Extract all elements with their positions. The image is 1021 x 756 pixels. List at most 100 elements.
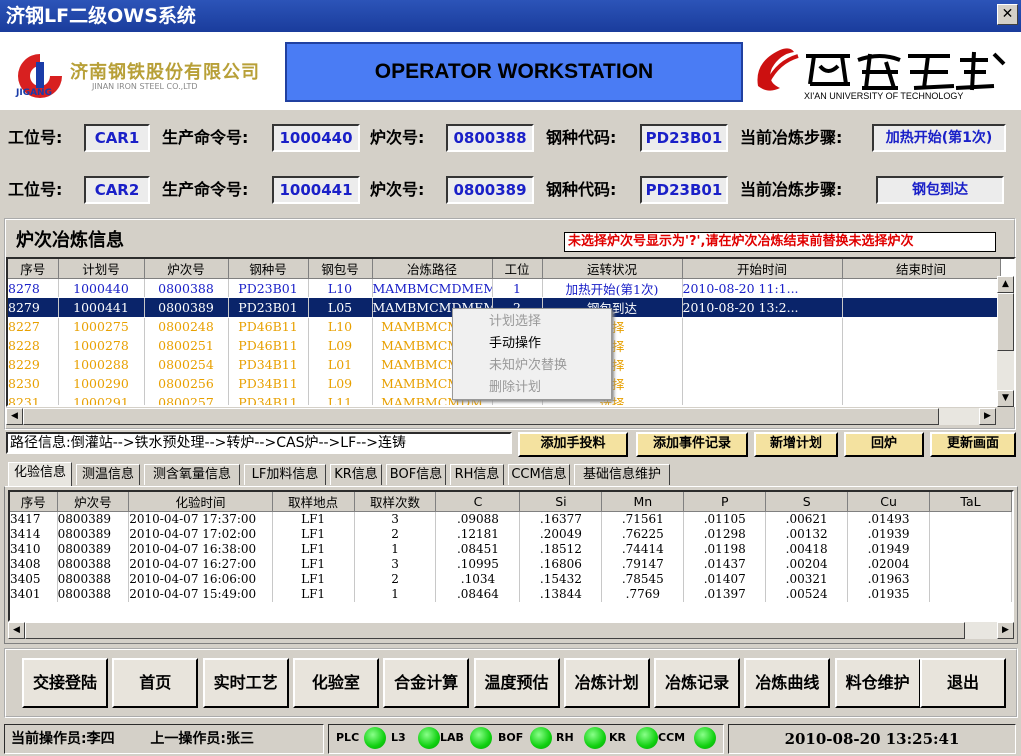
scroll-right-icon[interactable]: ▶ bbox=[979, 408, 996, 425]
status-led-icon bbox=[470, 727, 492, 749]
col-header[interactable]: 钢种号 bbox=[228, 259, 309, 279]
ctx-plan-select[interactable]: 计划选择 bbox=[453, 311, 611, 333]
table-cell: 1 bbox=[354, 541, 437, 557]
realtime-process-button[interactable]: 实时工艺 bbox=[202, 658, 289, 708]
lab-table[interactable]: 序号 炉次号 化验时间 取样地点 取样次数 C Si Mn P S Cu TaL 3417 080038… bbox=[8, 490, 1014, 622]
table-cell: 3405 bbox=[10, 571, 58, 587]
table-cell: 1000291 bbox=[58, 393, 145, 405]
scroll-thumb[interactable] bbox=[997, 293, 1014, 351]
table-cell: 2010-04-07 16:06:00 bbox=[128, 571, 273, 587]
col-header[interactable]: 取样次数 bbox=[354, 492, 437, 512]
table-cell: 0800389 bbox=[57, 511, 130, 527]
close-button[interactable]: ✕ bbox=[997, 4, 1018, 25]
title-bar: 济钢LF二级OWS系统 ✕ bbox=[0, 0, 1021, 32]
tab-bof-info[interactable]: BOF信息 bbox=[386, 464, 446, 485]
lab-button[interactable]: 化验室 bbox=[292, 658, 379, 708]
col-header[interactable]: TaL bbox=[929, 492, 1012, 512]
add-event-record-button[interactable]: 添加事件记录 bbox=[636, 432, 748, 457]
smelting-curve-button[interactable]: 冶炼曲线 bbox=[744, 658, 831, 708]
scroll-thumb[interactable] bbox=[25, 622, 965, 639]
table-cell: .00132 bbox=[765, 526, 849, 542]
tab-oxygen-info[interactable]: 测含氧量信息 bbox=[144, 464, 240, 485]
col-header[interactable]: 钢包号 bbox=[308, 259, 373, 279]
col-header[interactable]: 结束时间 bbox=[842, 259, 1001, 279]
col-header[interactable]: 运转状况 bbox=[542, 259, 683, 279]
tab-rh-info[interactable]: RH信息 bbox=[450, 464, 504, 485]
temp-estimate-button[interactable]: 温度预估 bbox=[473, 658, 560, 708]
scroll-left-icon[interactable]: ◀ bbox=[6, 408, 23, 425]
exit-button[interactable]: 退出 bbox=[920, 658, 1006, 708]
home-button[interactable]: 首页 bbox=[112, 658, 199, 708]
scroll-up-icon[interactable]: ▲ bbox=[997, 276, 1014, 293]
tab-temp-info[interactable]: 测温信息 bbox=[76, 464, 140, 485]
table-cell: .74414 bbox=[601, 541, 685, 557]
col-header[interactable]: 序号 bbox=[8, 259, 59, 279]
heat-table-vscroll[interactable]: ▲ ▼ bbox=[997, 276, 1014, 407]
col-header[interactable]: 炉次号 bbox=[57, 492, 130, 512]
scroll-thumb[interactable] bbox=[23, 408, 939, 425]
context-menu: 计划选择 手动操作 未知炉次替换 删除计划 bbox=[452, 308, 612, 400]
login-handover-button[interactable]: 交接登陆 bbox=[22, 658, 108, 708]
col-header[interactable]: Cu bbox=[847, 492, 931, 512]
col-header[interactable]: 冶炼路径 bbox=[372, 259, 493, 279]
col-header[interactable]: 序号 bbox=[10, 492, 58, 512]
table-row[interactable]: 3401 0800388 2010-04-07 15:49:00 LF1 1.08464… bbox=[10, 586, 1012, 602]
grade-label: 钢种代码: bbox=[546, 128, 617, 147]
col-header[interactable]: 工位 bbox=[492, 259, 543, 279]
col-header[interactable]: 化验时间 bbox=[128, 492, 273, 512]
ctx-unknown-heat-replace[interactable]: 未知炉次替换 bbox=[453, 355, 611, 377]
ctx-delete-plan[interactable]: 删除计划 bbox=[453, 377, 611, 399]
add-manual-feed-button[interactable]: 添加手投料 bbox=[518, 432, 628, 457]
table-cell: .00204 bbox=[765, 556, 849, 572]
new-plan-button[interactable]: 新增计划 bbox=[754, 432, 838, 457]
col-header[interactable]: P bbox=[683, 492, 767, 512]
tab-lf-feed-info[interactable]: LF加料信息 bbox=[244, 464, 326, 485]
scroll-right-icon[interactable]: ▶ bbox=[997, 622, 1014, 639]
col-header[interactable]: 炉次号 bbox=[144, 259, 229, 279]
table-row[interactable]: 3410 0800389 2010-04-07 16:38:00 LF1 1.08451… bbox=[10, 541, 1012, 557]
table-row[interactable]: 3408 0800388 2010-04-07 16:27:00 LF1 3.10995… bbox=[10, 556, 1012, 572]
tab-ccm-info[interactable]: CCM信息 bbox=[508, 464, 570, 485]
table-row[interactable]: 3405 0800388 2010-04-07 16:06:00 LF1 2.1034.… bbox=[10, 571, 1012, 587]
table-cell bbox=[929, 526, 1012, 542]
table-row[interactable]: 3414 0800389 2010-04-07 17:02:00 LF1 2.12181… bbox=[10, 526, 1012, 542]
bin-maintenance-button[interactable]: 料仓维护 bbox=[834, 658, 921, 708]
led-label-lab: LAB bbox=[440, 731, 464, 744]
col-header[interactable]: Mn bbox=[601, 492, 685, 512]
tab-lab-info[interactable]: 化验信息 bbox=[8, 462, 72, 486]
ctx-manual-operation[interactable]: 手动操作 bbox=[453, 333, 611, 355]
alloy-calc-button[interactable]: 合金计算 bbox=[383, 658, 470, 708]
heat-table-hscroll[interactable]: ◀ ▶ bbox=[6, 408, 996, 425]
smelting-record-button[interactable]: 冶炼记录 bbox=[654, 658, 741, 708]
refresh-screen-button[interactable]: 更新画面 bbox=[930, 432, 1016, 457]
scroll-left-icon[interactable]: ◀ bbox=[8, 622, 25, 639]
col-header[interactable]: Si bbox=[519, 492, 603, 512]
status-led-icon bbox=[530, 727, 552, 749]
tab-basic-info[interactable]: 基础信息维护 bbox=[574, 464, 670, 485]
table-cell: 2010-08-20 11:1... bbox=[682, 278, 843, 298]
table-row[interactable]: 3417 0800389 2010-04-07 17:37:00 LF1 3.09088… bbox=[10, 511, 1012, 527]
order-value: 1000441 bbox=[272, 176, 360, 204]
return-furnace-button[interactable]: 回炉 bbox=[844, 432, 924, 457]
col-header[interactable]: 计划号 bbox=[58, 259, 145, 279]
table-cell: PD34B11 bbox=[228, 374, 309, 393]
jigang-label: JIGANG bbox=[16, 88, 52, 98]
table-cell: L11 bbox=[308, 393, 373, 405]
table-cell: .79147 bbox=[601, 556, 685, 572]
table-cell bbox=[682, 374, 843, 393]
table-row[interactable]: 827810004400800388PD23B01L10MAMBMCMDMEMH… bbox=[8, 278, 1001, 298]
lab-table-hscroll[interactable]: ◀ ▶ bbox=[8, 622, 1014, 639]
table-cell: 0800388 bbox=[57, 571, 130, 587]
status-led-icon bbox=[584, 727, 606, 749]
table-cell: 8231 bbox=[8, 393, 59, 405]
col-header[interactable]: 取样地点 bbox=[272, 492, 355, 512]
table-cell: 0800254 bbox=[144, 355, 229, 374]
col-header[interactable]: 开始时间 bbox=[682, 259, 843, 279]
smelting-plan-button[interactable]: 冶炼计划 bbox=[563, 658, 650, 708]
scroll-down-icon[interactable]: ▼ bbox=[997, 390, 1014, 407]
col-header[interactable]: S bbox=[765, 492, 849, 512]
table-cell: .09088 bbox=[435, 511, 521, 527]
tab-kr-info[interactable]: KR信息 bbox=[330, 464, 382, 485]
table-cell: 0800388 bbox=[144, 278, 229, 298]
col-header[interactable]: C bbox=[435, 492, 521, 512]
